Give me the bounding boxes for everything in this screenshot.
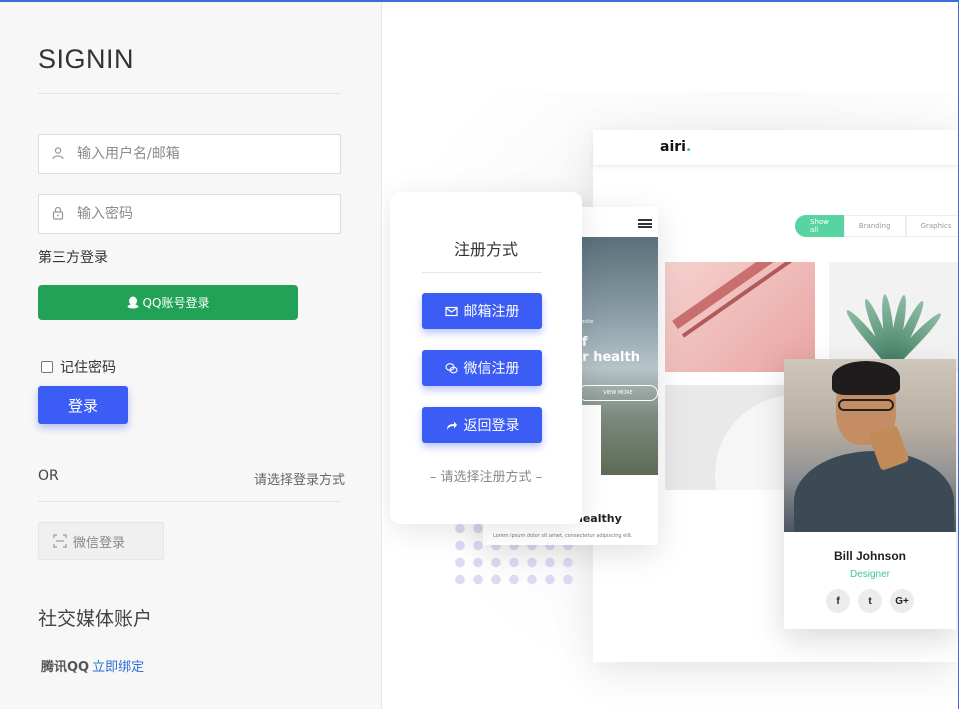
mail-icon — [444, 306, 458, 316]
view-more-button: VIEW MORE — [578, 385, 658, 401]
back-to-login-label: 返回登录 — [463, 418, 520, 434]
article-text: Lorem ipsum dolor sit amet, consectetur … — [493, 533, 633, 539]
filter-tabs: Show all Branding Graphics — [795, 215, 958, 237]
wechat-register-button[interactable]: 微信注册 — [422, 350, 542, 386]
remember-password[interactable]: 记住密码 — [41, 357, 116, 377]
lock-icon — [52, 206, 64, 220]
brand-logo: airi. — [660, 139, 692, 155]
register-hint: – 请选择注册方式 – — [429, 470, 543, 485]
escalator-image — [665, 262, 815, 372]
remember-label: 记住密码 — [60, 360, 116, 376]
login-button[interactable]: 登录 — [38, 386, 128, 424]
remember-checkbox[interactable] — [41, 361, 53, 373]
filter-branding: Branding — [843, 215, 906, 237]
scan-icon — [53, 534, 67, 548]
plant-image — [829, 262, 958, 372]
or-label: OR — [38, 468, 59, 484]
username-field[interactable] — [38, 134, 341, 174]
choose-login-method: 请选择登录方式 — [254, 473, 346, 488]
showcase-panel: airi. Show all Branding Graphics ebsite … — [383, 2, 958, 709]
email-register-label: 邮箱注册 — [463, 304, 520, 320]
divider — [38, 501, 341, 502]
password-input[interactable] — [77, 203, 327, 225]
wechat-login-label: 微信登录 — [73, 535, 126, 551]
password-field[interactable] — [38, 194, 341, 234]
bind-now-link[interactable]: 立即绑定 — [92, 660, 144, 675]
qq-login-label: QQ账号登录 — [142, 296, 210, 310]
profile-photo — [784, 359, 956, 532]
wechat-register-label: 微信注册 — [463, 361, 520, 377]
hamburger-menu-icon — [638, 219, 652, 228]
page-title: SIGNIN — [38, 44, 135, 74]
tencent-qq-label: 腾讯QQ — [41, 660, 90, 675]
qq-icon — [127, 296, 139, 309]
profile-role: Designer — [849, 569, 891, 580]
register-card: 注册方式 邮箱注册 微信注册 返回登录 – 请选择注册方式 – — [390, 192, 582, 524]
divider — [422, 272, 542, 273]
email-register-button[interactable]: 邮箱注册 — [422, 293, 542, 329]
google-plus-icon: G+ — [890, 589, 914, 613]
third-party-label: 第三方登录 — [38, 250, 108, 266]
qq-login-button[interactable]: QQ账号登录 — [38, 285, 298, 320]
filter-graphics: Graphics — [905, 215, 958, 237]
social-accounts-heading: 社交媒体账户 — [38, 608, 153, 630]
twitter-icon: t — [858, 589, 882, 613]
facebook-icon: f — [826, 589, 850, 613]
profile-card: Bill Johnson Designer f t G+ — [784, 359, 956, 629]
mockup-header: airi. — [593, 130, 958, 166]
divider — [38, 93, 341, 94]
username-input[interactable] — [77, 143, 327, 165]
hero-headline: of ur health — [573, 335, 640, 365]
profile-socials: f t G+ — [826, 589, 914, 613]
back-to-login-button[interactable]: 返回登录 — [422, 407, 542, 443]
article-title: healthy — [575, 512, 622, 525]
wechat-login-button[interactable]: 微信登录 — [38, 522, 164, 560]
share-arrow-icon — [446, 421, 457, 430]
profile-name: Bill Johnson — [834, 549, 906, 563]
wechat-icon — [444, 362, 458, 373]
filter-show-all: Show all — [795, 215, 844, 237]
user-icon — [52, 147, 64, 160]
register-title: 注册方式 — [453, 240, 518, 259]
tencent-qq-bind: 腾讯QQ 立即绑定 — [41, 656, 144, 675]
signin-panel: SIGNIN 第三方登录 QQ账号登录 记住密码 登录 OR 请选择登录方式 微… — [0, 2, 382, 709]
